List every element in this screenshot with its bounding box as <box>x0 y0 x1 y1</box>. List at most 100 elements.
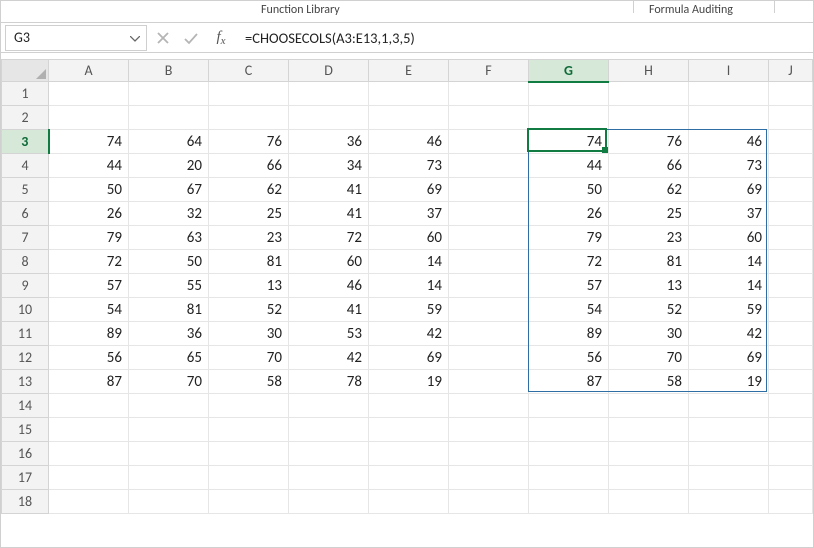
cell-H9[interactable]: 13 <box>609 274 689 298</box>
cell-J8[interactable] <box>769 250 813 274</box>
column-header-F[interactable]: F <box>449 60 529 82</box>
cell-D6[interactable]: 41 <box>289 202 369 226</box>
cell-I7[interactable]: 60 <box>689 226 769 250</box>
cell-H11[interactable]: 30 <box>609 322 689 346</box>
cell-D17[interactable] <box>289 466 369 490</box>
cell-B14[interactable] <box>129 394 209 418</box>
cell-E4[interactable]: 73 <box>369 154 449 178</box>
fx-icon[interactable]: fx <box>207 29 235 46</box>
cell-G6[interactable]: 26 <box>529 202 609 226</box>
cell-A15[interactable] <box>49 418 129 442</box>
cell-J3[interactable] <box>769 130 813 154</box>
cell-D13[interactable]: 78 <box>289 370 369 394</box>
cell-F15[interactable] <box>449 418 529 442</box>
cell-F1[interactable] <box>449 82 529 106</box>
cell-B8[interactable]: 50 <box>129 250 209 274</box>
cell-I9[interactable]: 14 <box>689 274 769 298</box>
cell-I4[interactable]: 73 <box>689 154 769 178</box>
cell-G5[interactable]: 50 <box>529 178 609 202</box>
formula-input[interactable] <box>239 25 809 51</box>
cell-J12[interactable] <box>769 346 813 370</box>
column-header-I[interactable]: I <box>689 60 769 82</box>
cell-E14[interactable] <box>369 394 449 418</box>
cell-J18[interactable] <box>769 490 813 514</box>
cell-D3[interactable]: 36 <box>289 130 369 154</box>
cell-B2[interactable] <box>129 106 209 130</box>
row-header-14[interactable]: 14 <box>2 394 49 418</box>
cell-C10[interactable]: 52 <box>209 298 289 322</box>
cell-J11[interactable] <box>769 322 813 346</box>
cell-D8[interactable]: 60 <box>289 250 369 274</box>
row-header-10[interactable]: 10 <box>2 298 49 322</box>
cell-E9[interactable]: 14 <box>369 274 449 298</box>
cell-F3[interactable] <box>449 130 529 154</box>
cell-I18[interactable] <box>689 490 769 514</box>
cell-C16[interactable] <box>209 442 289 466</box>
enter-icon[interactable] <box>179 27 203 49</box>
cell-C14[interactable] <box>209 394 289 418</box>
cell-E6[interactable]: 37 <box>369 202 449 226</box>
cell-J6[interactable] <box>769 202 813 226</box>
cell-B1[interactable] <box>129 82 209 106</box>
column-header-E[interactable]: E <box>369 60 449 82</box>
cell-D2[interactable] <box>289 106 369 130</box>
cell-E18[interactable] <box>369 490 449 514</box>
cell-D15[interactable] <box>289 418 369 442</box>
row-header-9[interactable]: 9 <box>2 274 49 298</box>
cell-A7[interactable]: 79 <box>49 226 129 250</box>
cell-H6[interactable]: 25 <box>609 202 689 226</box>
cell-C18[interactable] <box>209 490 289 514</box>
row-header-18[interactable]: 18 <box>2 490 49 514</box>
cell-F2[interactable] <box>449 106 529 130</box>
cell-J15[interactable] <box>769 418 813 442</box>
cell-G17[interactable] <box>529 466 609 490</box>
cell-G13[interactable]: 87 <box>529 370 609 394</box>
row-header-7[interactable]: 7 <box>2 226 49 250</box>
cell-G4[interactable]: 44 <box>529 154 609 178</box>
cell-C8[interactable]: 81 <box>209 250 289 274</box>
cell-I5[interactable]: 69 <box>689 178 769 202</box>
cell-A10[interactable]: 54 <box>49 298 129 322</box>
cell-F4[interactable] <box>449 154 529 178</box>
cell-J1[interactable] <box>769 82 813 106</box>
row-header-1[interactable]: 1 <box>2 82 49 106</box>
cell-H8[interactable]: 81 <box>609 250 689 274</box>
cell-E12[interactable]: 69 <box>369 346 449 370</box>
cell-J13[interactable] <box>769 370 813 394</box>
cell-E7[interactable]: 60 <box>369 226 449 250</box>
cell-F14[interactable] <box>449 394 529 418</box>
cell-F5[interactable] <box>449 178 529 202</box>
cell-A5[interactable]: 50 <box>49 178 129 202</box>
cell-A11[interactable]: 89 <box>49 322 129 346</box>
cell-I17[interactable] <box>689 466 769 490</box>
row-header-6[interactable]: 6 <box>2 202 49 226</box>
cell-D10[interactable]: 41 <box>289 298 369 322</box>
cell-I2[interactable] <box>689 106 769 130</box>
cell-G12[interactable]: 56 <box>529 346 609 370</box>
cell-H2[interactable] <box>609 106 689 130</box>
cell-J5[interactable] <box>769 178 813 202</box>
cell-G18[interactable] <box>529 490 609 514</box>
cell-D12[interactable]: 42 <box>289 346 369 370</box>
cell-B16[interactable] <box>129 442 209 466</box>
cell-E10[interactable]: 59 <box>369 298 449 322</box>
row-header-15[interactable]: 15 <box>2 418 49 442</box>
row-header-11[interactable]: 11 <box>2 322 49 346</box>
worksheet-grid[interactable]: ABCDEFGHIJ 12374647636467476464442066347… <box>1 59 813 514</box>
row-header-8[interactable]: 8 <box>2 250 49 274</box>
cell-C15[interactable] <box>209 418 289 442</box>
cell-J7[interactable] <box>769 226 813 250</box>
cell-I1[interactable] <box>689 82 769 106</box>
cell-I12[interactable]: 69 <box>689 346 769 370</box>
cell-A14[interactable] <box>49 394 129 418</box>
cell-A18[interactable] <box>49 490 129 514</box>
cell-J9[interactable] <box>769 274 813 298</box>
chevron-down-icon[interactable] <box>130 29 140 46</box>
column-header-H[interactable]: H <box>609 60 689 82</box>
cell-D9[interactable]: 46 <box>289 274 369 298</box>
cell-D4[interactable]: 34 <box>289 154 369 178</box>
column-header-G[interactable]: G <box>529 60 609 82</box>
cell-A3[interactable]: 74 <box>49 130 129 154</box>
cell-C7[interactable]: 23 <box>209 226 289 250</box>
cell-C2[interactable] <box>209 106 289 130</box>
